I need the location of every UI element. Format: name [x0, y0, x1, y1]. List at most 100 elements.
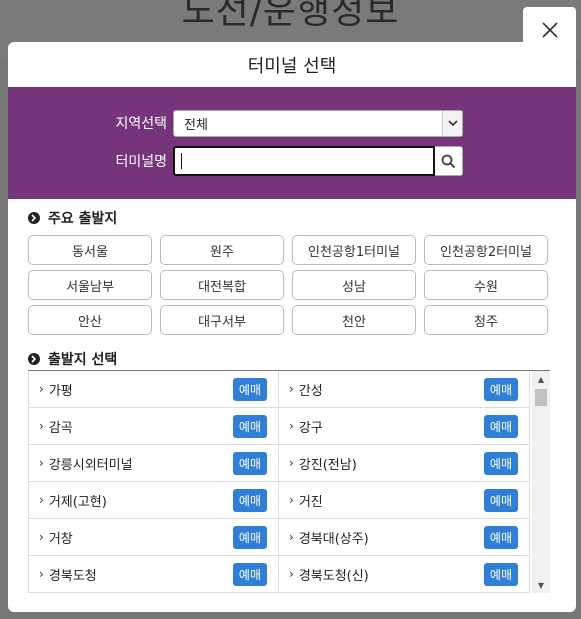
terminal-label: 터미널명 [115, 154, 167, 170]
chevron-circle-icon [28, 353, 40, 365]
region-label: 지역선택 [115, 116, 167, 132]
table-row: › 경북도청 예매 › 경북도청(신) 예매 [28, 556, 530, 593]
terminal-item-name: › 거제(고현) [39, 491, 107, 510]
terminal-item-name: › 경북도청(신) [289, 565, 369, 584]
terminal-list-item[interactable]: › 강릉시외터미널 예매 [28, 445, 279, 481]
terminal-item-label: 거진 [298, 494, 323, 510]
book-button[interactable]: 예매 [232, 525, 267, 549]
scroll-down-icon[interactable]: ▼ [532, 577, 550, 593]
main-departure-chip[interactable]: 동서울 [28, 235, 152, 265]
chevron-right-icon: › [289, 530, 294, 544]
terminal-list-item[interactable]: › 감곡 예매 [28, 408, 279, 444]
terminal-item-name: › 경북도청 [39, 565, 97, 584]
terminal-list-item[interactable]: › 거제(고현) 예매 [28, 482, 279, 518]
table-row: › 거창 예매 › 경북대(상주) 예매 [28, 519, 530, 556]
table-row: › 거제(고현) 예매 › 거진 예매 [28, 482, 530, 519]
terminal-item-label: 강진(전남) [298, 457, 357, 473]
terminal-name-input[interactable] [173, 146, 435, 176]
terminal-item-name: › 강구 [289, 417, 323, 436]
main-departure-chip[interactable]: 수원 [424, 270, 548, 300]
terminal-list-item[interactable]: › 거진 예매 [279, 482, 530, 518]
search-panel: 지역선택 전체 터미널명 [8, 87, 576, 199]
main-departure-chip[interactable]: 천안 [292, 305, 416, 335]
main-departure-chip[interactable]: 안산 [28, 305, 152, 335]
book-button[interactable]: 예매 [232, 414, 267, 438]
terminal-select-modal: 터미널 선택 지역선택 전체 터미널명 주요 출발지 동서울 원주 인천공항1터… [8, 42, 576, 612]
chevron-circle-icon [28, 212, 40, 224]
close-icon [541, 21, 558, 38]
departure-select-heading: 출발지 선택 [28, 349, 576, 369]
main-departure-chip[interactable]: 대전복합 [160, 270, 284, 300]
chevron-right-icon: › [39, 493, 44, 507]
terminal-item-name: › 거진 [289, 491, 323, 510]
region-select[interactable]: 전체 [173, 109, 463, 137]
main-departure-chip[interactable]: 성남 [292, 270, 416, 300]
terminal-list-item[interactable]: › 경북도청(신) 예매 [279, 556, 530, 592]
terminal-list-item[interactable]: › 간성 예매 [279, 371, 530, 407]
search-icon [441, 154, 456, 168]
terminal-item-label: 강구 [298, 420, 323, 436]
terminal-list-item[interactable]: › 경북대(상주) 예매 [279, 519, 530, 555]
terminal-item-label: 강릉시외터미널 [48, 457, 133, 473]
terminal-item-label: 거제(고현) [48, 494, 107, 510]
terminal-row: 터미널명 [8, 146, 576, 176]
book-button[interactable]: 예매 [232, 377, 267, 401]
main-departure-chip[interactable]: 원주 [160, 235, 284, 265]
chevron-right-icon: › [39, 567, 44, 581]
terminal-item-name: › 강진(전남) [289, 454, 357, 473]
book-button[interactable]: 예매 [232, 451, 267, 475]
book-button[interactable]: 예매 [483, 451, 518, 475]
chevron-right-icon: › [39, 456, 44, 470]
chevron-right-icon: › [39, 382, 44, 396]
search-button[interactable] [435, 146, 463, 176]
chevron-right-icon: › [289, 493, 294, 507]
chevron-right-icon: › [289, 567, 294, 581]
book-button[interactable]: 예매 [483, 525, 518, 549]
chevron-down-icon [442, 110, 462, 136]
main-departure-chip[interactable]: 청주 [424, 305, 548, 335]
terminal-item-name: › 강릉시외터미널 [39, 454, 133, 473]
main-departure-grid: 동서울 원주 인천공항1터미널 인천공항2터미널서울남부 대전복합 성남 수원안산 대구서부 천… [28, 235, 576, 335]
main-departure-title: 주요 출발지 [48, 211, 118, 227]
terminal-list-item[interactable]: › 강진(전남) 예매 [279, 445, 530, 481]
terminal-list-item[interactable]: › 강구 예매 [279, 408, 530, 444]
background-page-title: 노선/운행정보 [181, 0, 400, 32]
scroll-up-icon[interactable]: ▲ [532, 371, 550, 387]
chevron-right-icon: › [39, 419, 44, 433]
book-button[interactable]: 예매 [232, 562, 267, 586]
table-row: › 강릉시외터미널 예매 › 강진(전남) 예매 [28, 445, 530, 482]
terminal-item-label: 경북대(상주) [298, 531, 369, 547]
chevron-right-icon: › [289, 382, 294, 396]
book-button[interactable]: 예매 [483, 488, 518, 512]
terminal-item-name: › 간성 [289, 380, 323, 399]
text-cursor [181, 153, 182, 169]
departure-list-body: › 가평 예매 › 간성 예매 › 감곡 예매 › 강구 예매 › 강릉시외터미널 예매 › 강진(전남) 예매 ›… [28, 371, 530, 593]
region-select-value: 전체 [184, 117, 208, 133]
book-button[interactable]: 예매 [483, 414, 518, 438]
terminal-list-item[interactable]: › 거창 예매 [28, 519, 279, 555]
main-departure-heading: 주요 출발지 [28, 208, 576, 228]
main-departure-chip[interactable]: 서울남부 [28, 270, 152, 300]
list-scrollbar[interactable]: ▲ ▼ [532, 371, 550, 593]
terminal-item-label: 가평 [48, 383, 73, 399]
modal-title: 터미널 선택 [247, 55, 337, 77]
terminal-item-label: 감곡 [48, 420, 73, 436]
terminal-item-label: 경북도청 [48, 568, 97, 584]
main-departure-chip[interactable]: 대구서부 [160, 305, 284, 335]
terminal-list-item[interactable]: › 경북도청 예매 [28, 556, 279, 592]
main-departure-chip[interactable]: 인천공항1터미널 [292, 235, 416, 265]
book-button[interactable]: 예매 [232, 488, 267, 512]
chevron-right-icon: › [289, 419, 294, 433]
terminal-item-label: 거창 [48, 531, 73, 547]
chevron-right-icon: › [289, 456, 294, 470]
terminal-search-group [173, 146, 463, 176]
terminal-list-item[interactable]: › 가평 예매 [28, 371, 279, 407]
terminal-item-label: 경북도청(신) [298, 568, 369, 584]
main-departure-chip[interactable]: 인천공항2터미널 [424, 235, 548, 265]
book-button[interactable]: 예매 [483, 377, 518, 401]
departure-select-title: 출발지 선택 [48, 352, 118, 368]
departure-list: › 가평 예매 › 간성 예매 › 감곡 예매 › 강구 예매 › 강릉시외터미널 예매 › 강진(전남) 예매 ›… [28, 370, 550, 593]
scroll-thumb[interactable] [535, 389, 547, 406]
chevron-right-icon: › [39, 530, 44, 544]
book-button[interactable]: 예매 [483, 562, 518, 586]
